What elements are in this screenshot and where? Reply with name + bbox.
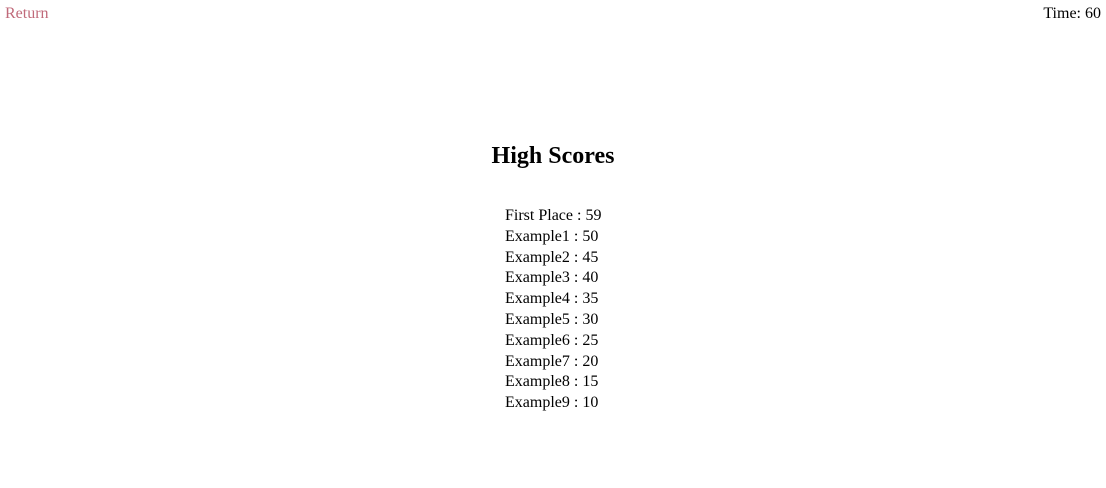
score-entry: Example4 : 35 — [505, 289, 601, 310]
score-entry: Example3 : 40 — [505, 268, 601, 289]
score-entry: First Place : 59 — [505, 206, 601, 227]
score-separator: : — [569, 373, 583, 391]
timer-label: Time: — [1043, 5, 1081, 22]
score-separator: : — [569, 394, 583, 412]
score-separator: : — [569, 248, 583, 266]
player-name: Example2 — [505, 248, 570, 266]
score-entry: Example5 : 30 — [505, 310, 601, 331]
score-entry: Example7 : 20 — [505, 352, 601, 373]
timer-value: 60 — [1085, 5, 1101, 22]
player-name: Example1 — [505, 227, 570, 245]
page-title: High Scores — [491, 143, 615, 169]
player-score: 15 — [582, 373, 599, 391]
score-entry: Example1 : 50 — [505, 227, 601, 248]
player-name: Example9 — [505, 394, 570, 412]
player-name: Example6 — [505, 331, 570, 349]
player-name: Example5 — [505, 310, 570, 328]
score-separator: : — [569, 269, 583, 287]
score-separator: : — [569, 331, 583, 349]
return-link[interactable]: Return — [5, 5, 49, 23]
score-entry: Example9 : 10 — [505, 393, 601, 414]
score-separator: : — [569, 352, 583, 370]
player-score: 35 — [582, 290, 599, 308]
score-entry: Example2 : 45 — [505, 248, 601, 269]
player-name: Example3 — [505, 269, 570, 287]
player-score: 30 — [582, 310, 599, 328]
top-bar: Return Time: 60 — [0, 0, 1106, 28]
player-score: 25 — [582, 331, 599, 349]
player-score: 20 — [582, 352, 599, 370]
timer: Time: 60 — [1043, 5, 1101, 23]
player-score: 50 — [582, 227, 599, 245]
high-scores-panel: High Scores First Place : 59 Example1 : … — [0, 140, 1106, 411]
player-name: Example8 — [505, 373, 570, 391]
player-name: First Place — [505, 207, 573, 224]
player-score: 59 — [585, 207, 602, 224]
player-score: 40 — [582, 269, 599, 287]
score-separator: : — [569, 290, 583, 308]
score-entry: Example6 : 25 — [505, 331, 601, 352]
high-scores-list: First Place : 59 Example1 : 50 Example2 … — [505, 206, 601, 414]
score-entry: Example8 : 15 — [505, 372, 601, 393]
score-separator: : — [573, 207, 586, 224]
score-separator: : — [569, 310, 583, 328]
player-score: 10 — [582, 394, 599, 412]
score-separator: : — [569, 227, 583, 245]
player-name: Example7 — [505, 352, 570, 370]
player-name: Example4 — [505, 290, 570, 308]
player-score: 45 — [582, 248, 599, 266]
